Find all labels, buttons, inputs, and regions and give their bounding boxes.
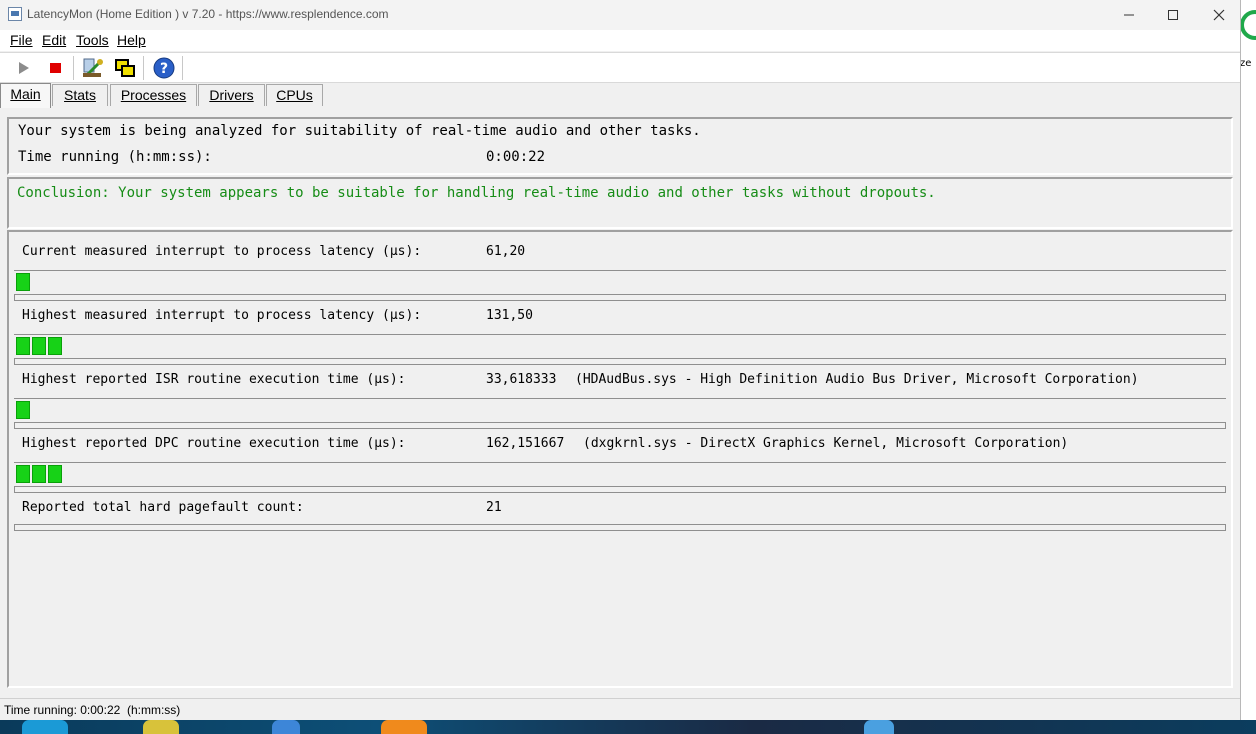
bar-segment <box>16 273 30 291</box>
menu-tools-label: Tools <box>76 32 109 48</box>
tools-wizard-icon <box>83 58 103 78</box>
help-icon: ? <box>153 57 175 79</box>
tools-button[interactable] <box>80 56 106 80</box>
stop-icon <box>50 63 61 73</box>
metric-bar <box>14 462 1226 488</box>
metric-bar-track <box>14 294 1226 301</box>
tab-main[interactable]: Main <box>0 83 51 108</box>
desktop-icon-label: ze <box>1240 58 1252 69</box>
close-button[interactable] <box>1196 0 1242 30</box>
desktop-icon[interactable] <box>22 720 68 734</box>
metric-value: 162,151667 <box>486 436 565 451</box>
metric-bar-track <box>14 358 1226 365</box>
tab-stats[interactable]: Stats <box>52 84 108 106</box>
play-icon <box>19 62 29 74</box>
metric-value: 21 <box>486 500 502 515</box>
metric-label: Current measured interrupt to process la… <box>22 244 422 259</box>
tab-stats-label: Stats <box>64 87 96 103</box>
toolbar-separator <box>73 56 74 80</box>
metric-bar <box>14 270 1226 296</box>
conclusion-panel: Conclusion: Your system appears to be su… <box>7 177 1233 229</box>
stop-monitoring-button[interactable] <box>42 56 68 80</box>
tab-drivers[interactable]: Drivers <box>198 84 265 106</box>
start-monitoring-button[interactable] <box>11 56 37 80</box>
desktop-taskbar-area <box>0 720 1256 734</box>
minimize-icon <box>1124 14 1134 16</box>
bar-segment <box>48 465 62 483</box>
metric-label: Highest reported ISR routine execution t… <box>22 372 406 387</box>
bar-segment <box>32 465 46 483</box>
metric-detail: (dxgkrnl.sys - DirectX Graphics Kernel, … <box>583 436 1069 451</box>
maximize-icon <box>1168 10 1178 20</box>
menu-bar: File Edit Tools Help <box>0 30 1240 51</box>
bar-segment <box>16 337 30 355</box>
menu-help[interactable]: Help <box>117 32 146 48</box>
help-button[interactable]: ? <box>151 56 177 80</box>
metric-bar <box>14 398 1226 424</box>
tab-strip: Main Stats Processes Drivers CPUs <box>0 83 1240 108</box>
menu-edit-label: Edit <box>42 32 67 48</box>
latency-metrics-panel: Current measured interrupt to process la… <box>7 230 1233 688</box>
tab-processes-label: Processes <box>120 87 187 103</box>
toolbar-separator <box>182 56 183 80</box>
tab-processes[interactable]: Processes <box>110 84 197 106</box>
status-bar: Time running: 0:00:22 (h:mm:ss) <box>0 698 1240 720</box>
tab-cpus-label: CPUs <box>276 87 313 103</box>
metric-label: Reported total hard pagefault count: <box>22 500 304 515</box>
maximize-button[interactable] <box>1150 0 1196 30</box>
title-bar[interactable]: LatencyMon (Home Edition ) v 7.20 - http… <box>0 0 1240 30</box>
minimize-button[interactable] <box>1106 0 1152 30</box>
tab-main-label: Main <box>10 86 41 102</box>
metric-value: 131,50 <box>486 308 533 323</box>
tab-cpus[interactable]: CPUs <box>266 84 323 106</box>
bar-segment <box>16 401 30 419</box>
metric-bar-track <box>14 524 1226 531</box>
window-title: LatencyMon (Home Edition ) v 7.20 - http… <box>27 7 389 21</box>
time-running-value: 0:00:22 <box>486 149 546 165</box>
desktop-background <box>1240 0 1256 734</box>
toolbar-separator <box>143 56 144 80</box>
time-running-label: Time running (h:mm:ss): <box>18 149 212 165</box>
metric-label: Highest measured interrupt to process la… <box>22 308 422 323</box>
desktop-icon[interactable] <box>381 720 427 734</box>
close-icon <box>1213 9 1225 21</box>
bar-segment <box>32 337 46 355</box>
conclusion-text: Conclusion: Your system appears to be su… <box>17 185 936 201</box>
desktop-icon[interactable] <box>143 720 179 734</box>
menu-edit[interactable]: Edit <box>42 32 66 48</box>
bar-segment <box>48 337 62 355</box>
menu-file-label: File <box>10 32 33 48</box>
metric-label: Highest reported DPC routine execution t… <box>22 436 406 451</box>
window-button[interactable] <box>112 56 138 80</box>
analysis-status-panel: Your system is being analyzed for suitab… <box>7 117 1233 175</box>
windows-icon <box>115 59 135 77</box>
metric-bar-track <box>14 486 1226 493</box>
status-bar-text: Time running: 0:00:22 (h:mm:ss) <box>4 703 181 717</box>
app-icon <box>8 7 22 21</box>
analysis-message: Your system is being analyzed for suitab… <box>18 123 701 139</box>
metric-bar <box>14 334 1226 360</box>
bar-segment <box>16 465 30 483</box>
desktop-icon[interactable] <box>272 720 300 734</box>
menu-tools[interactable]: Tools <box>76 32 109 48</box>
tab-drivers-label: Drivers <box>209 87 254 103</box>
metric-value: 33,618333 <box>486 372 557 387</box>
menu-file[interactable]: File <box>10 32 33 48</box>
toolbar: ? <box>0 52 1240 83</box>
desktop-icon[interactable] <box>864 720 894 734</box>
latencymon-window: LatencyMon (Home Edition ) v 7.20 - http… <box>0 0 1241 720</box>
svg-text:?: ? <box>160 61 168 77</box>
metric-bar-track <box>14 422 1226 429</box>
metric-value: 61,20 <box>486 244 526 259</box>
menu-help-label: Help <box>117 32 146 48</box>
metric-detail: (HDAudBus.sys - High Definition Audio Bu… <box>575 372 1139 387</box>
